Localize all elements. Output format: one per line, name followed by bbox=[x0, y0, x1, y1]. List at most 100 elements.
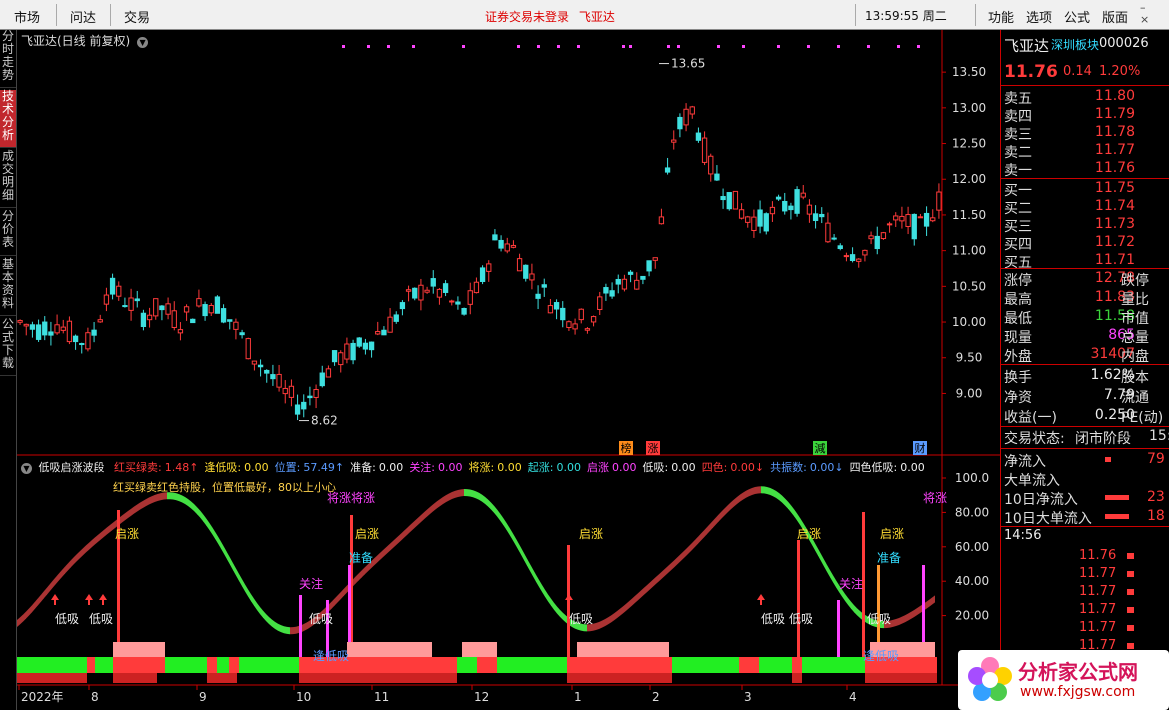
trade-state: 交易状态: 闭市阶段 15: bbox=[1001, 428, 1169, 447]
wave-band-segment bbox=[779, 493, 782, 503]
indicator-header: ▼ 低吸启涨波段 红买绿卖: 1.48↑ 逢低吸: 0.00 位置: 57.49↑ 准备: 0… bbox=[21, 459, 937, 475]
wave-band-segment bbox=[554, 602, 557, 614]
wave-band-segment bbox=[74, 554, 77, 565]
flow-label: 大单流入 bbox=[1004, 473, 1060, 489]
wave-band-segment bbox=[140, 500, 143, 510]
tab-technical[interactable]: 技术分析 bbox=[0, 90, 16, 148]
wave-band-segment bbox=[479, 492, 482, 502]
chart-area[interactable]: 13.50 13.00 12.50 12.00 11.50 11.00 10.50 10.00… bbox=[17, 30, 1001, 710]
stat-row-label: 现量 bbox=[1004, 330, 1032, 346]
indicator-item: 逢低吸: 0.00 bbox=[204, 461, 268, 474]
wave-band-segment bbox=[776, 490, 779, 501]
indicator-item-label: 四色低吸: bbox=[849, 461, 898, 474]
trade-state-time: 15: bbox=[1149, 428, 1169, 444]
wave-band-segment bbox=[905, 613, 908, 623]
wave-band-segment bbox=[38, 594, 41, 606]
wave-band-segment bbox=[773, 489, 776, 498]
menu-market[interactable]: 市场 bbox=[14, 7, 40, 26]
wave-band-segment bbox=[680, 551, 683, 562]
tab-intraday[interactable]: 分时走势 bbox=[0, 30, 16, 88]
signal-dot bbox=[622, 45, 625, 48]
menu-formula[interactable]: 公式 bbox=[1064, 7, 1090, 26]
signal-dot bbox=[897, 45, 900, 48]
wave-band-segment bbox=[68, 560, 71, 571]
quote-panel: 飞亚达 深圳板块 000026 11.76 0.14 1.20% 卖五 11.80… bbox=[1001, 30, 1169, 710]
indicator-tick-label: 20.00 bbox=[955, 609, 989, 623]
event-tag[interactable]: 财 bbox=[915, 441, 926, 455]
tick-bar bbox=[1127, 643, 1134, 649]
event-tag[interactable]: 減 bbox=[815, 441, 826, 455]
wave-band-segment bbox=[284, 626, 287, 634]
stat2-row: 收益(一) 0.250 PE(动) bbox=[1001, 407, 1169, 426]
wave-band-segment bbox=[416, 516, 419, 527]
tab-trades[interactable]: 成交明细 bbox=[0, 150, 16, 208]
price-tick-label: 11.00 bbox=[952, 244, 986, 258]
stat2-row-extra: PE(动) bbox=[1121, 410, 1164, 426]
tab-price-table[interactable]: 分价表 bbox=[0, 210, 16, 256]
wave-band-segment bbox=[821, 554, 824, 567]
flow-row: 净流入 79 bbox=[1001, 451, 1169, 470]
wave-band-segment bbox=[389, 541, 392, 552]
menu-options[interactable]: 选项 bbox=[1026, 7, 1052, 26]
chart-canvas[interactable]: 13.5013.0012.5012.0011.5011.0010.5010.00… bbox=[17, 30, 1001, 710]
last-price: 11.76 bbox=[1004, 62, 1058, 82]
price-change: 0.14 bbox=[1063, 64, 1092, 79]
low-price-label: 8.62 bbox=[311, 414, 338, 428]
wave-band-segment bbox=[338, 591, 341, 602]
wave-band-segment bbox=[401, 530, 404, 541]
wave-band-segment bbox=[125, 511, 128, 521]
wave-band-segment bbox=[752, 487, 755, 495]
wave-band-segment bbox=[674, 557, 677, 568]
wave-band-segment bbox=[665, 566, 668, 576]
wave-band-segment bbox=[407, 525, 410, 535]
menu-layout[interactable]: 版面 bbox=[1102, 7, 1128, 26]
chevron-down-icon[interactable]: ▼ bbox=[21, 463, 32, 474]
wave-band-segment bbox=[515, 537, 518, 550]
close-icon[interactable]: × bbox=[1140, 14, 1168, 26]
price-tick-label: 9.50 bbox=[956, 351, 983, 365]
wave-band-segment bbox=[128, 508, 131, 519]
up-arrow-icon bbox=[757, 594, 765, 605]
signal-dot bbox=[412, 45, 415, 48]
signal-zhunbei: 准备 bbox=[349, 551, 373, 565]
wave-band-segment bbox=[218, 536, 221, 549]
wave-band-segment bbox=[500, 513, 503, 525]
signal-dixi: 低吸 bbox=[761, 612, 785, 626]
wave-band-segment bbox=[20, 614, 23, 625]
signal-zhunbei: 准备 bbox=[877, 551, 901, 565]
signal-dot bbox=[537, 45, 540, 48]
wave-band-segment bbox=[713, 517, 716, 528]
wave-band-segment bbox=[494, 505, 497, 517]
signal-dixi: 低吸 bbox=[55, 612, 79, 626]
ask-row-value: 11.76 bbox=[1094, 160, 1135, 176]
tab-formula-download[interactable]: 公式下载 bbox=[0, 318, 16, 376]
menu-function[interactable]: 功能 bbox=[988, 7, 1014, 26]
signal-dixi: 低吸 bbox=[789, 612, 813, 626]
stat-row: 最低 11.58 市值 bbox=[1001, 308, 1169, 327]
time-axis-label: 2022年 bbox=[21, 690, 64, 704]
wave-band-segment bbox=[503, 517, 506, 530]
wave-band-segment bbox=[275, 621, 278, 631]
menu-wenda[interactable]: 问达 bbox=[70, 7, 96, 26]
chevron-down-icon[interactable]: ▼ bbox=[137, 37, 149, 48]
stat2-row-label: 收益(一) bbox=[1004, 410, 1057, 426]
wave-band-segment bbox=[761, 486, 764, 494]
stat-row-extra: 总量 bbox=[1121, 330, 1149, 346]
flow-label: 10日大单流入 bbox=[1004, 511, 1092, 527]
menu-trade[interactable]: 交易 bbox=[124, 7, 150, 26]
board-name[interactable]: 深圳板块 bbox=[1051, 36, 1099, 53]
ask-row-label: 卖五 bbox=[1004, 91, 1032, 107]
hold-zone bbox=[462, 642, 497, 657]
wave-band-segment bbox=[728, 502, 731, 513]
trend-strip-lower bbox=[865, 673, 937, 683]
ask-row: 卖四 11.79 bbox=[1001, 106, 1169, 125]
wave-band-segment bbox=[764, 486, 767, 494]
wave-band-segment bbox=[224, 546, 227, 560]
wave-band-segment bbox=[179, 494, 182, 503]
wave-band-segment bbox=[104, 527, 107, 537]
event-tag[interactable]: 榜 bbox=[621, 441, 632, 455]
time-axis-label: 12 bbox=[474, 690, 489, 704]
tab-fundamentals[interactable]: 基本资料 bbox=[0, 258, 16, 316]
event-tag[interactable]: 涨 bbox=[648, 442, 659, 455]
wave-band-segment bbox=[203, 514, 206, 526]
